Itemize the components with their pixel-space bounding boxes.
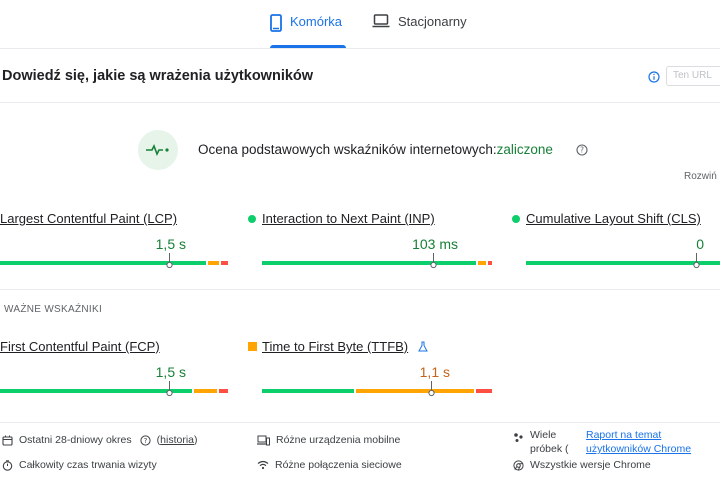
- history-link[interactable]: historia: [160, 434, 194, 446]
- metric-ttfb-name[interactable]: Time to First Byte (TTFB): [262, 339, 408, 354]
- pulse-icon: [138, 130, 178, 170]
- timer-icon: [2, 459, 13, 471]
- assessment-result: zaliczone: [496, 142, 553, 157]
- other-metrics-label: WAŻNE WSKAŹNIKI: [4, 304, 103, 315]
- metric-cls-status-icon: [512, 215, 520, 223]
- metric-lcp-name[interactable]: Largest Contentful Paint (LCP): [0, 211, 177, 226]
- metric-lcp-distribution: [0, 253, 228, 269]
- metric-inp-distribution: [262, 253, 492, 269]
- metric-fcp-distribution: [0, 381, 228, 397]
- flask-icon: [418, 341, 428, 352]
- crux-report-link[interactable]: Raport na temat użytkowników Chrome: [586, 428, 720, 456]
- samples-icon: [514, 433, 523, 442]
- footer-versions-label: Wszystkie wersje Chrome: [530, 459, 651, 471]
- help-icon[interactable]: ?: [576, 143, 588, 156]
- expand-button[interactable]: Rozwiń: [684, 171, 717, 182]
- footer-connections: Różne połączenia sieciowe: [257, 459, 402, 471]
- metric-fcp-name[interactable]: First Contentful Paint (FCP): [0, 339, 160, 354]
- footer-devices: Różne urządzenia mobilne: [257, 434, 400, 446]
- svg-text:?: ?: [580, 146, 584, 155]
- calendar-icon: [2, 435, 13, 446]
- footer-duration: Całkowity czas trwania wizyty: [2, 459, 157, 471]
- header-divider: [0, 102, 720, 103]
- help-icon[interactable]: ?: [140, 434, 151, 446]
- tabs-divider: [0, 48, 720, 49]
- metric-ttfb-distribution: [262, 381, 492, 397]
- tab-desktop[interactable]: Stacjonarny: [372, 14, 468, 48]
- metric-ttfb-status-icon: [248, 342, 257, 351]
- url-toggle[interactable]: Ten URL: [666, 66, 720, 86]
- tab-mobile-label: Komórka: [290, 14, 343, 29]
- metric-ttfb-value: 1,1 s: [419, 364, 450, 380]
- assessment-label: Ocena podstawowych wskaźników internetow…: [198, 142, 497, 157]
- section-header: Dowiedź się, jakie są wrażenia użytkowni…: [0, 66, 720, 88]
- metrics-divider: [0, 289, 720, 290]
- tab-mobile[interactable]: Komórka: [270, 14, 346, 48]
- wifi-icon: [257, 460, 269, 470]
- footer-period: Ostatni 28-dniowy okres ? (historia): [2, 434, 198, 446]
- metric-cls-marker: [693, 253, 700, 269]
- metric-cls-distribution: [526, 253, 720, 269]
- section-title: Dowiedź się, jakie są wrażenia użytkowni…: [2, 68, 314, 84]
- metric-inp-marker: [430, 253, 437, 269]
- metric-fcp-value: 1,5 s: [155, 364, 186, 380]
- footer-samples: Wiele próbek ( Raport na temat użytkowni…: [513, 428, 720, 456]
- footer-duration-label: Całkowity czas trwania wizyty: [19, 459, 157, 471]
- footer-samples-label: Wiele próbek (: [530, 429, 569, 455]
- info-icon[interactable]: [648, 70, 660, 83]
- footer-devices-label: Różne urządzenia mobilne: [276, 434, 401, 446]
- metric-ttfb-marker: [428, 381, 435, 397]
- metric-lcp-value: 1,5 s: [155, 236, 186, 252]
- metric-inp-value: 103 ms: [412, 236, 458, 252]
- phone-icon: [270, 14, 282, 35]
- footer-connections-label: Różne połączenia sieciowe: [275, 459, 402, 471]
- metric-lcp-marker: [166, 253, 173, 269]
- metric-inp-status-icon: [248, 215, 256, 223]
- metric-inp-name[interactable]: Interaction to Next Paint (INP): [262, 211, 435, 226]
- metric-fcp-marker: [166, 381, 173, 397]
- cwv-assessment: Ocena podstawowych wskaźników internetow…: [198, 142, 553, 157]
- footer-divider: [0, 422, 720, 423]
- footer-period-label: Ostatni 28-dniowy okres: [19, 434, 132, 446]
- metric-cls-value: 0: [696, 236, 704, 252]
- svg-text:?: ?: [143, 437, 147, 445]
- laptop-icon: [372, 14, 390, 31]
- tab-desktop-label: Stacjonarny: [398, 14, 467, 29]
- device-tabs: Komórka Stacjonarny: [0, 0, 720, 48]
- metric-cls-name[interactable]: Cumulative Layout Shift (CLS): [526, 211, 701, 226]
- chrome-icon: [513, 459, 524, 471]
- devices-icon: [257, 435, 270, 445]
- footer-versions: Wszystkie wersje Chrome: [513, 459, 651, 471]
